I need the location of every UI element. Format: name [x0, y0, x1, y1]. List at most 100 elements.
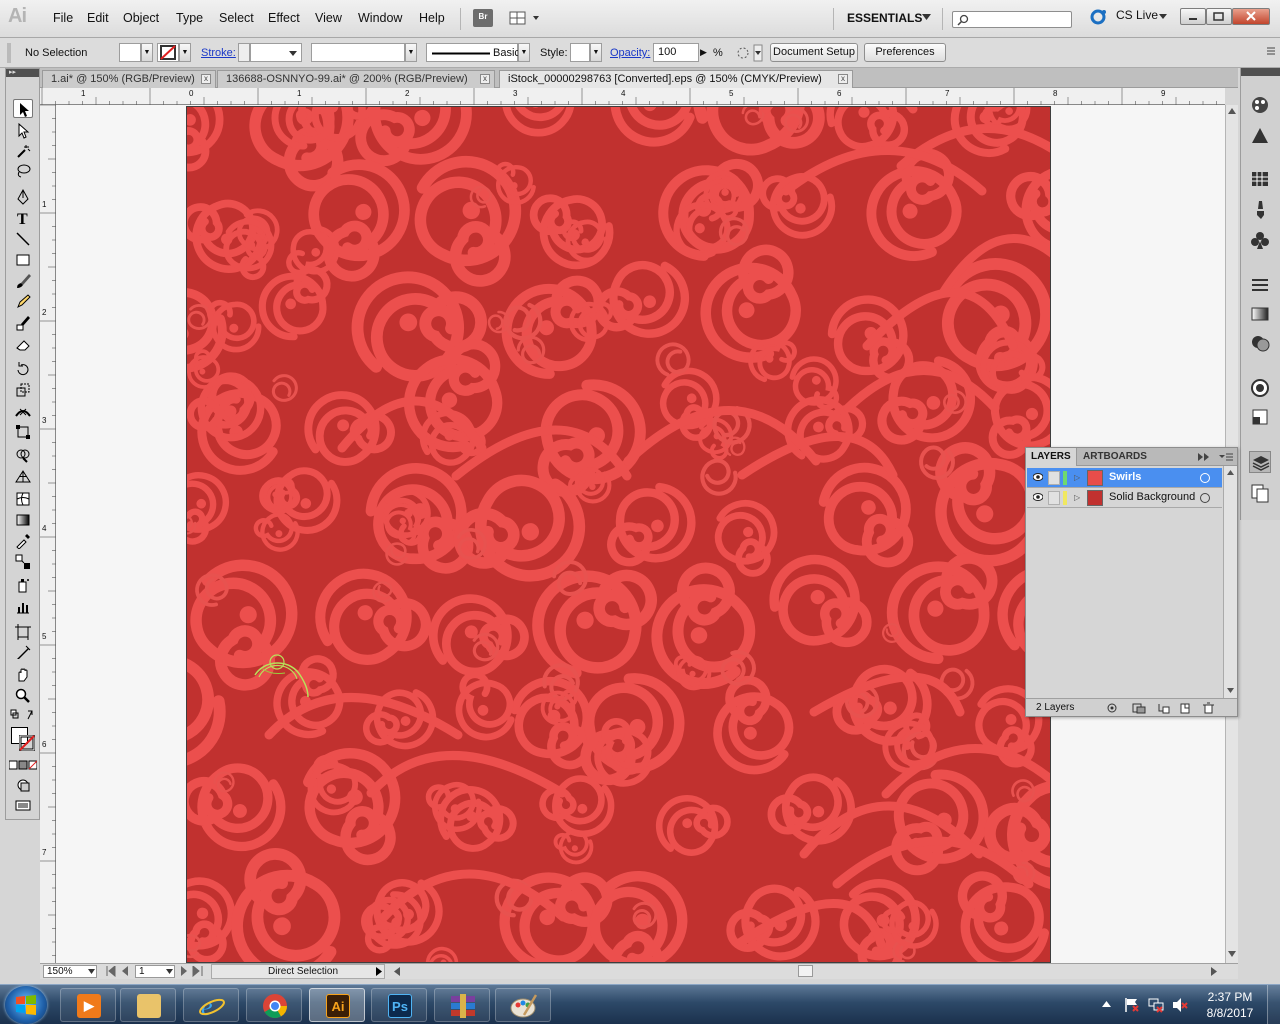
- target-circle-icon[interactable]: [1200, 493, 1210, 503]
- zoom-tool[interactable]: [13, 686, 33, 705]
- horizontal-ruler[interactable]: 1 0 1 2 3 4 5 6 7 8 9: [40, 88, 1225, 105]
- brushes-panel-icon[interactable]: [1249, 199, 1271, 221]
- taskbar-internet-explorer[interactable]: e: [183, 988, 239, 1022]
- layer-name[interactable]: Solid Background: [1109, 491, 1195, 503]
- shape-builder-tool[interactable]: [13, 445, 33, 464]
- swirl-pattern[interactable]: [187, 107, 1051, 963]
- horizontal-scroll-thumb[interactable]: [798, 965, 813, 977]
- profile-dropdown[interactable]: ▼: [405, 43, 417, 62]
- taskbar-winrar[interactable]: [434, 988, 490, 1022]
- panel-collapse-icon[interactable]: ▸▸: [6, 69, 39, 77]
- tab-1-ai[interactable]: 1.ai* @ 150% (RGB/Preview) x: [42, 70, 216, 88]
- pencil-tool[interactable]: [13, 292, 33, 311]
- action-center-flag-icon[interactable]: [1124, 997, 1140, 1013]
- line-segment-tool[interactable]: [13, 229, 33, 248]
- paintbrush-tool[interactable]: [13, 271, 33, 290]
- pen-tool[interactable]: [13, 187, 33, 206]
- style-dropdown[interactable]: ▼: [590, 43, 602, 62]
- layers-panel-icon[interactable]: [1249, 451, 1271, 473]
- status-menu-arrow-icon[interactable]: [376, 967, 382, 976]
- taskbar-media-player[interactable]: ▶: [60, 988, 116, 1022]
- taskbar-paint[interactable]: [495, 988, 551, 1022]
- trash-icon[interactable]: [1202, 702, 1214, 714]
- layer-row-swirls[interactable]: ▷ Swirls: [1027, 468, 1222, 488]
- scroll-left-icon[interactable]: [394, 967, 400, 976]
- locate-object-icon[interactable]: [1106, 702, 1118, 714]
- blob-brush-tool[interactable]: [13, 313, 33, 332]
- magic-wand-tool[interactable]: [13, 141, 33, 160]
- workspace-switcher[interactable]: ESSENTIALS: [847, 11, 922, 25]
- tab-istock-eps[interactable]: iStock_00000298763 [Converted].eps @ 150…: [499, 70, 853, 88]
- variable-width-profile[interactable]: [311, 43, 405, 62]
- show-hidden-icons[interactable]: [1102, 1001, 1111, 1007]
- tab-layers[interactable]: LAYERS: [1026, 448, 1077, 466]
- close-button[interactable]: [1232, 8, 1270, 25]
- stroke-none-swatch[interactable]: [19, 735, 35, 751]
- start-button[interactable]: [5, 986, 47, 1024]
- chevron-down-icon[interactable]: [922, 14, 931, 21]
- current-tool-status[interactable]: Direct Selection: [211, 964, 385, 979]
- stroke-weight-stepper[interactable]: [238, 43, 250, 62]
- swatches-panel-icon[interactable]: [1249, 168, 1271, 190]
- layers-scrollbar[interactable]: [1223, 466, 1237, 698]
- rotate-tool[interactable]: [13, 359, 33, 378]
- lasso-tool[interactable]: [13, 161, 33, 180]
- selection-tool[interactable]: [13, 99, 33, 118]
- chevron-down-icon[interactable]: [88, 969, 95, 974]
- gradient-panel-icon[interactable]: [1249, 303, 1271, 325]
- slice-tool[interactable]: [13, 643, 33, 662]
- scroll-down-icon[interactable]: [1227, 688, 1234, 693]
- arrange-documents-button[interactable]: [509, 9, 543, 27]
- fill-stroke-indicator[interactable]: [10, 726, 36, 752]
- scroll-up-icon[interactable]: [1227, 470, 1234, 475]
- target-circle-icon[interactable]: [1200, 473, 1210, 483]
- drawing-mode-button[interactable]: [13, 775, 33, 794]
- dock-collapse-bar[interactable]: [1241, 68, 1280, 76]
- collapse-panel-icon[interactable]: [1198, 453, 1210, 461]
- opacity-input[interactable]: 100: [653, 43, 699, 62]
- new-layer-icon[interactable]: [1179, 702, 1191, 714]
- panel-menu-icon[interactable]: [1266, 46, 1276, 58]
- stroke-weight-field[interactable]: [250, 43, 302, 62]
- color-guide-panel-icon[interactable]: [1249, 125, 1271, 147]
- cs-live-menu[interactable]: CS Live: [1116, 8, 1158, 22]
- make-clipping-mask-icon[interactable]: [1132, 702, 1146, 714]
- lock-toggle[interactable]: [1048, 471, 1060, 485]
- new-sublayer-icon[interactable]: [1157, 702, 1171, 714]
- network-icon[interactable]: [1148, 997, 1164, 1013]
- tab-osnnyo[interactable]: 136688-OSNNYO-99.ai* @ 200% (RGB/Preview…: [217, 70, 495, 88]
- screen-mode-button[interactable]: [13, 796, 33, 815]
- menu-window[interactable]: Window: [358, 11, 402, 25]
- width-tool[interactable]: [13, 401, 33, 420]
- artboard-next-icons[interactable]: [180, 966, 206, 977]
- artboards-panel-icon[interactable]: [1249, 482, 1271, 504]
- taskbar-illustrator[interactable]: Ai: [309, 988, 365, 1022]
- chevron-down-icon[interactable]: [1159, 14, 1167, 20]
- menu-select[interactable]: Select: [219, 11, 254, 25]
- stroke-panel-icon[interactable]: [1249, 274, 1271, 296]
- close-tab-icon[interactable]: x: [838, 74, 848, 84]
- expand-triangle-icon[interactable]: ▷: [1074, 473, 1080, 482]
- stroke-label[interactable]: Stroke:: [201, 47, 236, 59]
- appearance-panel-icon[interactable]: [1249, 377, 1271, 399]
- system-clock[interactable]: 2:37 PM 8/8/2017: [1198, 989, 1262, 1021]
- close-tab-icon[interactable]: x: [480, 74, 490, 84]
- panel-menu-icon[interactable]: [1219, 453, 1233, 461]
- help-search-input[interactable]: [952, 11, 1072, 28]
- layer-name[interactable]: Swirls: [1109, 471, 1141, 483]
- lock-toggle[interactable]: [1048, 491, 1060, 505]
- chevron-down-icon[interactable]: [166, 969, 173, 974]
- opacity-arrow[interactable]: ▶: [700, 47, 707, 58]
- expand-triangle-icon[interactable]: ▷: [1074, 493, 1080, 502]
- graphic-styles-panel-icon[interactable]: [1249, 406, 1271, 428]
- symbols-panel-icon[interactable]: [1249, 229, 1271, 251]
- menu-view[interactable]: View: [315, 11, 342, 25]
- hand-tool[interactable]: [13, 665, 33, 684]
- color-panel-icon[interactable]: [1249, 94, 1271, 116]
- fill-dropdown[interactable]: ▼: [141, 43, 153, 62]
- eye-icon[interactable]: [1033, 493, 1043, 501]
- menu-object[interactable]: Object: [123, 11, 159, 25]
- perspective-grid-tool[interactable]: [13, 466, 33, 485]
- fill-swatch[interactable]: [119, 43, 141, 62]
- scale-tool[interactable]: [13, 380, 33, 399]
